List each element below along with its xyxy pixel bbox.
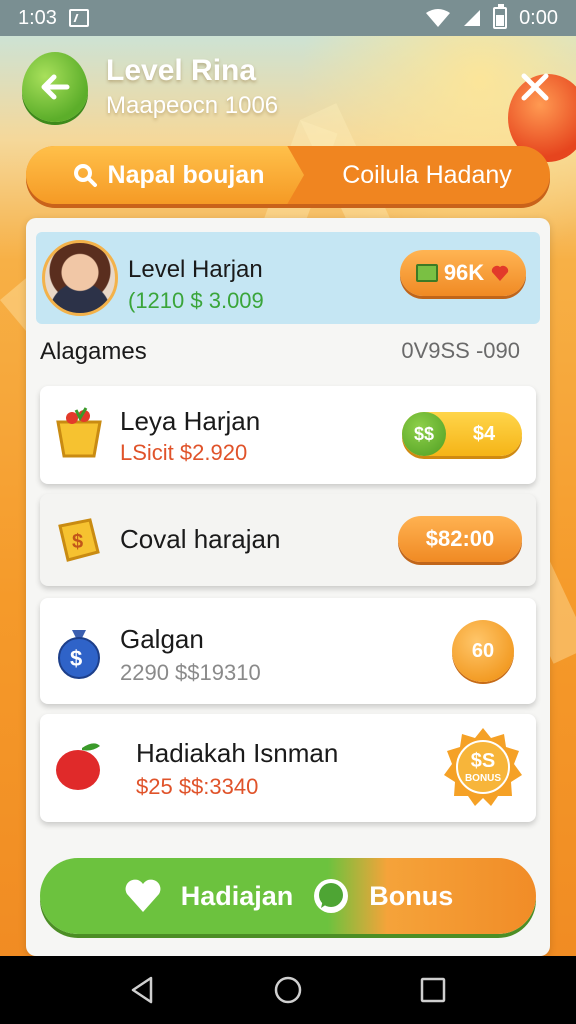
bonus-left-label: Hadiajan bbox=[180, 880, 294, 911]
list-item[interactable]: $ Galgan 2290 $$19310 60 bbox=[40, 598, 536, 704]
pill-right-label: $4 bbox=[472, 422, 496, 445]
item-title: Galgan bbox=[120, 624, 204, 654]
tab-label: Coilula Hadany bbox=[342, 160, 512, 189]
cash-icon bbox=[415, 264, 438, 282]
status-clock-right: 0:00 bbox=[519, 6, 558, 29]
item-title: Coval harajan bbox=[120, 524, 281, 554]
coin-badge[interactable]: 60 bbox=[452, 620, 514, 682]
money-bag-icon: $ bbox=[58, 630, 100, 679]
bonus-seal[interactable]: $S BONUS bbox=[442, 726, 524, 808]
heart-icon bbox=[492, 265, 509, 281]
heart-icon bbox=[125, 879, 161, 912]
item-subtitle: LSicit $2.920 bbox=[120, 440, 248, 465]
item-price: $82:00 bbox=[425, 526, 495, 551]
page-title: Level Rina bbox=[106, 54, 257, 87]
status-time: 1:03 bbox=[18, 6, 57, 29]
pill-left-label: $$ bbox=[402, 412, 446, 456]
list-item[interactable]: $ Coval harajan $82:00 bbox=[40, 494, 536, 586]
item-price-button[interactable]: $82:00 bbox=[398, 516, 522, 562]
profile-row[interactable]: Level Harjan (1210 $ 3.009 96K bbox=[36, 232, 540, 324]
page-subtitle: Maapeocn 1006 bbox=[106, 92, 279, 119]
item-title: Leya Harjan bbox=[120, 406, 261, 436]
image-notification-icon bbox=[68, 9, 89, 27]
status-bar: 1:03 0:00 bbox=[0, 0, 576, 36]
gift-basket-icon bbox=[56, 407, 102, 458]
profile-name: Level Harjan bbox=[128, 256, 263, 283]
back-triangle-icon[interactable] bbox=[127, 974, 159, 1006]
avatar bbox=[42, 240, 118, 316]
profile-amount: (1210 $ 3.009 bbox=[128, 288, 264, 313]
tab-second[interactable]: Coilula Hadany bbox=[304, 146, 550, 204]
main-card: Level Harjan (1210 $ 3.009 96K Alagames … bbox=[26, 218, 550, 956]
close-button[interactable] bbox=[510, 62, 560, 112]
item-title: Hadiakah Isnman bbox=[136, 738, 339, 768]
coin-value: 60 bbox=[471, 639, 495, 662]
seal-bottom-label: BONUS bbox=[464, 773, 502, 784]
back-button[interactable] bbox=[22, 52, 88, 122]
tab-search[interactable]: Napal boujan bbox=[26, 146, 304, 204]
bonus-button[interactable]: Hadiajan Bonus bbox=[40, 858, 536, 934]
svg-text:$: $ bbox=[72, 531, 83, 553]
profile-badge[interactable]: 96K bbox=[400, 250, 526, 296]
search-icon bbox=[73, 164, 97, 187]
item-action-button[interactable]: $$ $4 bbox=[402, 412, 522, 456]
tab-bar: Napal boujan Coilula Hadany bbox=[26, 146, 550, 204]
fruit-icon bbox=[56, 743, 100, 790]
money-tag-icon: $ bbox=[58, 518, 100, 562]
recents-square-icon[interactable] bbox=[417, 974, 449, 1006]
close-icon bbox=[521, 73, 549, 101]
signal-icon bbox=[464, 10, 481, 26]
tab-label: Napal boujan bbox=[107, 160, 265, 189]
wifi-icon bbox=[426, 9, 451, 27]
svg-text:$: $ bbox=[70, 646, 82, 671]
seal-top-label: $S bbox=[470, 750, 496, 772]
list-item[interactable]: Hadiakah Isnman $25 $$:3340 $S BONUS bbox=[40, 714, 536, 822]
battery-icon bbox=[493, 4, 508, 29]
home-circle-icon[interactable] bbox=[272, 974, 304, 1006]
section-value: 0V9SS -090 bbox=[401, 338, 520, 363]
section-title: Alagames bbox=[40, 338, 147, 365]
list-item[interactable]: Leya Harjan LSicit $2.920 $$ $4 bbox=[40, 386, 536, 484]
item-subtitle: 2290 $$19310 bbox=[120, 660, 261, 685]
navigation-bar bbox=[0, 956, 576, 1024]
item-subtitle: $25 $$:3340 bbox=[136, 774, 259, 799]
chat-bubble-icon bbox=[314, 879, 349, 913]
badge-value: 96K bbox=[443, 260, 485, 285]
bonus-right-label: Bonus bbox=[369, 880, 454, 911]
arrow-left-icon bbox=[41, 74, 70, 100]
